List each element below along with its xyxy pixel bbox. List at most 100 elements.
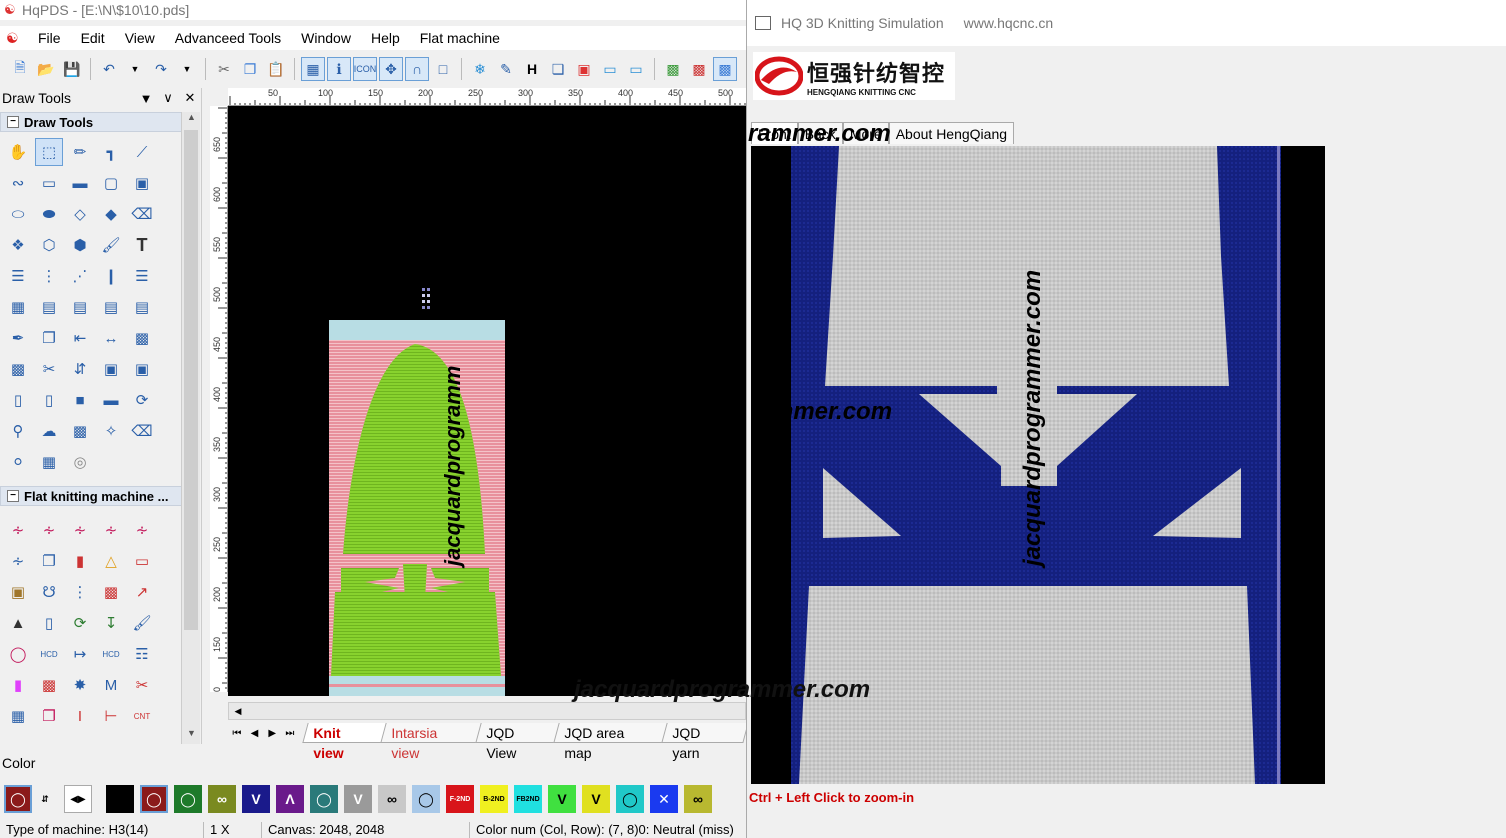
page-2-icon[interactable]: ▯ — [35, 386, 63, 414]
color-purple-chip[interactable]: Λ — [276, 785, 304, 813]
lasso-icon[interactable]: ⚪ — [4, 448, 32, 476]
menu-file[interactable]: File — [28, 26, 71, 50]
copy-red-icon[interactable]: ❐ — [35, 702, 63, 730]
palette-3-icon[interactable]: ▩ — [713, 57, 737, 81]
copy-icon[interactable]: ❐ — [238, 57, 262, 81]
color-teal-chip[interactable]: ◯ — [310, 785, 338, 813]
menu-edit[interactable]: Edit — [71, 26, 115, 50]
cloud-icon[interactable]: ☁ — [35, 417, 63, 445]
color-lightgrey-chip[interactable]: ∞ — [378, 785, 406, 813]
ruler-icon[interactable]: ▬ — [97, 386, 125, 414]
monitor-2-icon[interactable]: ▭ — [624, 57, 648, 81]
scroll-down-icon[interactable]: ▼ — [182, 728, 201, 744]
dots-grid-icon[interactable]: ⋮ — [35, 262, 63, 290]
image-icon[interactable]: ▩ — [66, 417, 94, 445]
stitch-both-icon[interactable]: ∻ — [66, 516, 94, 544]
menu-advanced-tools[interactable]: Advanceed Tools — [165, 26, 291, 50]
color-navy-chip[interactable]: V — [242, 785, 270, 813]
last-tab-icon[interactable]: ⏭ — [281, 728, 299, 739]
vertical-bars-icon[interactable]: ❙ — [97, 262, 125, 290]
canvas-hscrollbar[interactable]: ◀ — [228, 702, 746, 720]
icon-view-icon[interactable]: ICON — [353, 57, 377, 81]
hexagon-icon[interactable]: ⬡ — [35, 231, 63, 259]
menu-logo-icon[interactable]: ☯ — [6, 30, 28, 47]
filled-diamond-icon[interactable]: ◆ — [97, 200, 125, 228]
eraser-2-icon[interactable]: ⌫ — [128, 417, 156, 445]
loop-icon[interactable]: ◯ — [4, 640, 32, 668]
cube-icon[interactable]: ❐ — [35, 547, 63, 575]
tab-intarsia-view[interactable]: Intarsia view — [380, 723, 487, 761]
bars-icon[interactable]: ▩ — [4, 355, 32, 383]
diamond-icon[interactable]: ◇ — [66, 200, 94, 228]
stitch-transfer-icon[interactable]: ∻ — [97, 516, 125, 544]
color-teal-2-chip[interactable]: ◯ — [616, 785, 644, 813]
spray-icon[interactable]: ✸ — [66, 671, 94, 699]
refresh-icon[interactable]: ⟳ — [128, 386, 156, 414]
rotate-icon[interactable]: ⟳ — [66, 609, 94, 637]
panel-close-icon[interactable]: ✕ — [179, 90, 201, 106]
sim-tab-about[interactable]: About HengQiang — [888, 122, 1015, 144]
color-spin-icon[interactable]: ⇵ — [38, 785, 52, 813]
stripe-icon[interactable]: ▤ — [35, 293, 63, 321]
snowflake-icon[interactable]: ❄ — [468, 57, 492, 81]
shirt-icon[interactable]: ☋ — [35, 578, 63, 606]
book-icon[interactable]: ▮ — [66, 547, 94, 575]
cut-icon[interactable]: ✂ — [212, 57, 236, 81]
rectangle-icon[interactable]: ▭ — [35, 169, 63, 197]
brush-icon[interactable]: 🖌 — [97, 231, 125, 259]
pencil-icon[interactable]: ✏ — [66, 138, 94, 166]
pen-icon[interactable]: ✒ — [4, 324, 32, 352]
stripe-4-icon[interactable]: ▤ — [128, 293, 156, 321]
palette-icon[interactable]: ▩ — [661, 57, 685, 81]
color-green-chip[interactable]: ◯ — [174, 785, 202, 813]
scissors-icon[interactable]: ✂ — [35, 355, 63, 383]
arrow-tool-icon[interactable]: ↗ — [128, 578, 156, 606]
align-left-icon[interactable]: ⇤ — [66, 324, 94, 352]
tab-jqd-view[interactable]: JQD View — [474, 723, 566, 761]
doc-b-icon[interactable]: ▯ — [35, 609, 63, 637]
scroll-left-icon[interactable]: ◀ — [229, 703, 247, 719]
m-tool-icon[interactable]: M — [97, 671, 125, 699]
wand-icon[interactable]: ✧ — [97, 417, 125, 445]
rect-select-icon[interactable]: ⬚ — [35, 138, 63, 166]
stitch-tuck-icon[interactable]: ∻ — [128, 516, 156, 544]
hcd-icon[interactable]: HCD — [35, 640, 63, 668]
crosshair-icon[interactable]: ✥ — [379, 57, 403, 81]
prev-tab-icon[interactable]: ◀ — [246, 728, 264, 739]
split-icon[interactable]: ↦ — [66, 640, 94, 668]
download-icon[interactable]: ↧ — [97, 609, 125, 637]
save-icon[interactable]: 💾 — [60, 57, 84, 81]
new-file-icon[interactable]: 🗎 — [8, 57, 32, 81]
panel-dropdown-icon[interactable]: ▼ — [135, 91, 157, 106]
stitch-front-icon[interactable]: ∻ — [4, 516, 32, 544]
filled-ellipse-icon[interactable]: ⬬ — [35, 200, 63, 228]
yarn-icon[interactable]: ▭ — [128, 547, 156, 575]
info-icon[interactable]: ℹ — [327, 57, 351, 81]
color-lime-chip[interactable]: V — [548, 785, 576, 813]
menu-flat-machine[interactable]: Flat machine — [410, 26, 510, 50]
color-yellow-chip[interactable]: B-2ND — [480, 785, 508, 813]
curve-icon[interactable]: ∾ — [4, 169, 32, 197]
color-black-chip[interactable] — [106, 785, 134, 813]
tab-jqd-area-map[interactable]: JQD area map — [553, 723, 673, 761]
grid-icon[interactable]: ▦ — [301, 57, 325, 81]
current-color-chip[interactable]: ◯ — [4, 785, 32, 813]
h-tool-icon[interactable]: H — [520, 57, 544, 81]
filled-rounded-rect-icon[interactable]: ▣ — [128, 169, 156, 197]
edit-tool-icon[interactable]: ✎ — [494, 57, 518, 81]
fill-icon[interactable]: ❖ — [4, 231, 32, 259]
next-tab-icon[interactable]: ▶ — [263, 728, 281, 739]
cnt-icon[interactable]: CNT — [128, 702, 156, 730]
frame-icon[interactable]: ▣ — [97, 355, 125, 383]
bar-chart-icon[interactable]: ▩ — [128, 324, 156, 352]
ellipse-icon[interactable]: ⬭ — [4, 200, 32, 228]
undo-icon[interactable]: ↶ — [97, 57, 121, 81]
tab-knit-view[interactable]: Knit view — [302, 723, 392, 761]
filled-hexagon-icon[interactable]: ⬢ — [66, 231, 94, 259]
red-grid-icon[interactable]: ▩ — [97, 578, 125, 606]
step-line-icon[interactable]: ┓ — [97, 138, 125, 166]
first-tab-icon[interactable]: ⏮ — [228, 728, 246, 739]
menu-view[interactable]: View — [115, 26, 165, 50]
layers-icon[interactable]: ❏ — [546, 57, 570, 81]
stripe-3-icon[interactable]: ▤ — [97, 293, 125, 321]
